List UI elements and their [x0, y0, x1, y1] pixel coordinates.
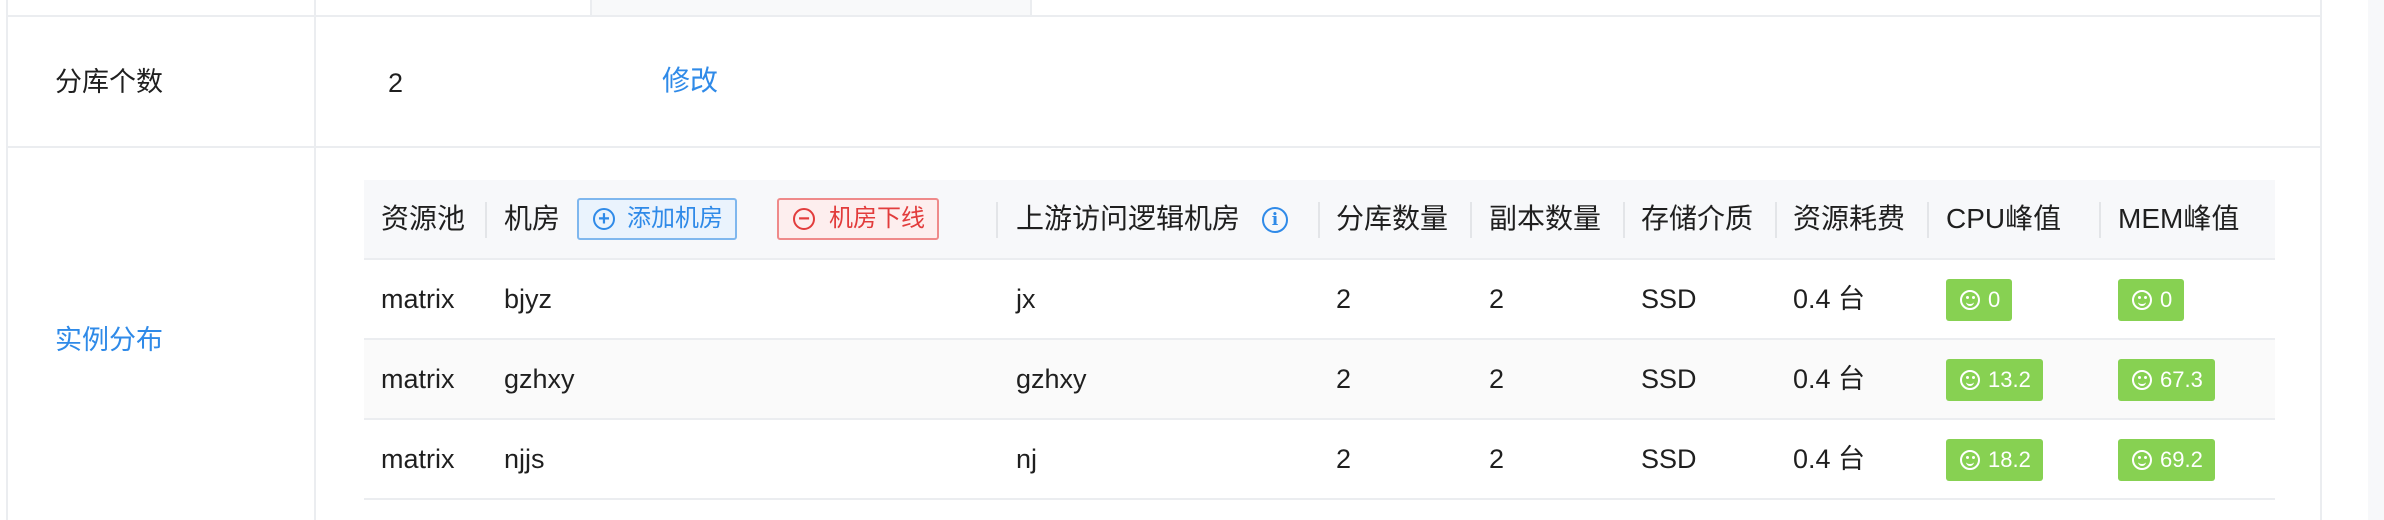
label-column-divider: [314, 17, 316, 520]
table-row: matrix bjyz jx 2 2 SSD 0.4 台 0 0: [364, 260, 2275, 340]
cpu-peak-value: 18.2: [1988, 447, 2031, 472]
mem-peak-badge: 69.2: [2118, 439, 2215, 481]
plus-circle-icon: +: [593, 208, 615, 230]
mem-peak-value: 67.3: [2160, 367, 2203, 392]
add-idc-label: 添加机房: [627, 205, 723, 232]
header-divider: [1927, 202, 1929, 238]
header-divider: [2099, 202, 2101, 238]
header-cost: 资源耗费: [1793, 203, 1906, 234]
cell-remnant: [590, 0, 1032, 15]
mem-peak-value: 0: [2160, 287, 2173, 312]
cell-pool: matrix: [381, 364, 455, 394]
header-shards: 分库数量: [1336, 203, 1449, 234]
cell-pool: matrix: [381, 284, 455, 314]
header-divider: [996, 202, 998, 238]
table-header: 资源池 机房 + 添加机房 − 机房下线 上游访问逻辑机房 i 分库数量 副本数…: [364, 180, 2275, 260]
info-circle-icon[interactable]: i: [1262, 207, 1288, 233]
mem-peak-badge: 0: [2118, 279, 2185, 321]
cell-idc: gzhxy: [504, 364, 575, 394]
previous-row-remnant: [6, 0, 2322, 17]
header-divider: [1623, 202, 1625, 238]
cpu-peak-badge: 18.2: [1946, 439, 2043, 481]
shard-count-value: 2: [388, 68, 404, 98]
cell-upstream: gzhxy: [1016, 364, 1087, 394]
header-mem: MEM峰值: [2118, 203, 2240, 234]
add-idc-button[interactable]: + 添加机房: [577, 198, 737, 240]
header-storage: 存储介质: [1641, 203, 1754, 234]
table-row: matrix njjs nj 2 2 SSD 0.4 台 18.2 69.2: [364, 420, 2275, 500]
cell-pool: matrix: [381, 444, 455, 474]
cell-storage: SSD: [1641, 364, 1697, 394]
header-divider: [485, 202, 487, 238]
offline-idc-label: 机房下线: [829, 205, 925, 232]
scroll-gutter: [2368, 0, 2384, 520]
header-cpu: CPU峰值: [1946, 203, 2062, 234]
smile-icon: [2132, 290, 2152, 310]
cell-replicas: 2: [1489, 444, 1505, 474]
smile-icon: [1960, 450, 1980, 470]
header-divider: [1775, 202, 1777, 238]
edit-shard-count-link[interactable]: 修改: [662, 64, 718, 98]
cell-shards: 2: [1336, 364, 1352, 394]
cell-storage: SSD: [1641, 444, 1697, 474]
cell-replicas: 2: [1489, 284, 1505, 314]
cell-idc: njjs: [504, 444, 545, 474]
smile-icon: [2132, 370, 2152, 390]
smile-icon: [2132, 450, 2152, 470]
header-idc: 机房: [504, 203, 561, 234]
mem-peak-value: 69.2: [2160, 447, 2203, 472]
header-upstream: 上游访问逻辑机房: [1016, 203, 1241, 234]
cpu-peak-badge: 0: [1946, 279, 2013, 321]
cell-cost: 0.4 台: [1793, 284, 1866, 314]
offline-idc-button[interactable]: − 机房下线: [777, 198, 939, 240]
cell-upstream: jx: [1016, 284, 1036, 314]
smile-icon: [1960, 290, 1980, 310]
cpu-peak-value: 13.2: [1988, 367, 2031, 392]
header-divider: [1318, 202, 1320, 238]
instance-distribution-label: 实例分布: [55, 325, 163, 355]
minus-circle-icon: −: [793, 208, 815, 230]
header-replicas: 副本数量: [1489, 203, 1602, 234]
cell-idc: bjyz: [504, 284, 553, 314]
mem-peak-badge: 67.3: [2118, 359, 2215, 401]
smile-icon: [1960, 370, 1980, 390]
cell-shards: 2: [1336, 284, 1352, 314]
cell-upstream: nj: [1016, 444, 1038, 474]
table-row: matrix gzhxy gzhxy 2 2 SSD 0.4 台 13.2 67…: [364, 340, 2275, 420]
cpu-peak-badge: 13.2: [1946, 359, 2043, 401]
cell-replicas: 2: [1489, 364, 1505, 394]
shard-count-label: 分库个数: [55, 67, 163, 97]
cell-divider: [314, 0, 316, 17]
cell-storage: SSD: [1641, 284, 1697, 314]
header-pool: 资源池: [381, 203, 466, 234]
cpu-peak-value: 0: [1988, 287, 2001, 312]
header-divider: [1470, 202, 1472, 238]
row-divider: [6, 146, 2322, 148]
cell-cost: 0.4 台: [1793, 444, 1866, 474]
cell-shards: 2: [1336, 444, 1352, 474]
cell-cost: 0.4 台: [1793, 364, 1866, 394]
